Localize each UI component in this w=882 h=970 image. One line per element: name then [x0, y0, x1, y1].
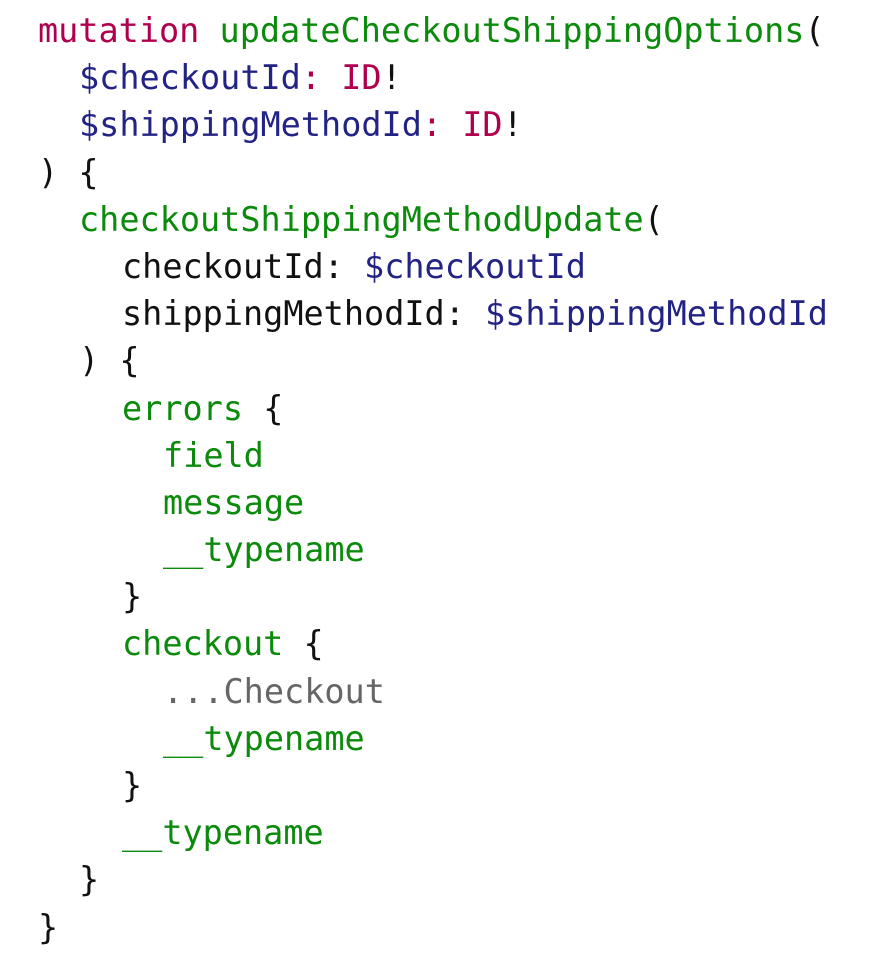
- update-close-brace: }: [79, 860, 100, 900]
- code-line-errors-close: }: [38, 573, 828, 620]
- code-line-checkout-variable: $checkoutId: ID!: [38, 54, 828, 101]
- operation-close-brace: }: [38, 907, 59, 947]
- code-line-checkout-argument: checkoutId: $checkoutId: [38, 243, 828, 290]
- shipping-method-id-colon: :: [421, 105, 443, 145]
- code-line-checkout-typename: __typename: [38, 715, 828, 762]
- code-line-update-typename: __typename: [38, 809, 828, 856]
- checkout-id-type: ID: [341, 58, 382, 98]
- checkout-shipping-method-update-field: checkoutShippingMethodUpdate: [79, 199, 644, 239]
- checkout-id-argument-value: $checkoutId: [364, 246, 586, 286]
- field-field: field: [163, 435, 264, 475]
- operation-name: updateCheckoutShippingOptions: [219, 11, 805, 50]
- errors-open-brace: {: [263, 388, 284, 428]
- checkout-id-colon: :: [300, 58, 322, 98]
- code-line-update-body-open: ) {: [38, 337, 828, 384]
- update-body-open: ) {: [79, 341, 140, 381]
- checkout-id-argument: checkoutId:: [122, 246, 344, 286]
- checkout-open-brace: {: [303, 624, 324, 664]
- checkout-close-brace: }: [122, 766, 143, 805]
- shipping-method-id-required-mark: !: [502, 105, 523, 145]
- code-line-errors-typename: __typename: [38, 526, 828, 573]
- checkout-field: checkout: [122, 624, 284, 664]
- mutation-keyword: mutation: [38, 11, 200, 50]
- code-line-mutation: mutation updateCheckoutShippingOptions(: [38, 7, 828, 54]
- operation-body-open: ) {: [38, 152, 99, 192]
- update-open-paren: (: [643, 199, 664, 239]
- checkout-typename-field: __typename: [163, 718, 365, 758]
- update-typename-field: __typename: [122, 813, 324, 853]
- shipping-method-id-type: ID: [462, 105, 503, 145]
- errors-close-brace: }: [122, 577, 143, 617]
- checkout-fragment-name: Checkout: [223, 671, 385, 711]
- errors-typename-field: __typename: [163, 530, 365, 570]
- code-line-checkout: checkout {: [38, 620, 828, 667]
- code-line-shipping-argument: shippingMethodId: $shippingMethodId: [38, 290, 828, 337]
- errors-field: errors: [122, 388, 244, 428]
- open-paren: (: [804, 11, 825, 50]
- checkout-id-required-mark: !: [381, 58, 402, 98]
- code-line-operation-body-open: ) {: [38, 149, 828, 196]
- checkout-id-variable: $checkoutId: [79, 58, 301, 98]
- code-line-errors: errors {: [38, 385, 828, 432]
- shipping-method-id-argument: shippingMethodId:: [122, 294, 465, 334]
- code-line-shipping-variable: $shippingMethodId: ID!: [38, 101, 828, 148]
- code-line-checkout-close: }: [38, 762, 828, 809]
- message-field: message: [163, 482, 305, 522]
- shipping-method-id-argument-value: $shippingMethodId: [485, 294, 828, 334]
- code-line-update-field: checkoutShippingMethodUpdate(: [38, 196, 828, 243]
- code-line-update-close: }: [38, 856, 828, 903]
- fragment-spread-prefix: ...: [163, 671, 224, 711]
- code-line-checkout-fragment: ...Checkout: [38, 668, 828, 715]
- code-line-field: field: [38, 432, 828, 479]
- code-line-operation-close: }: [38, 904, 828, 951]
- code-line-message: message: [38, 479, 828, 526]
- graphql-code-block: mutation updateCheckoutShippingOptions($…: [38, 7, 828, 951]
- shipping-method-id-variable: $shippingMethodId: [79, 105, 422, 145]
